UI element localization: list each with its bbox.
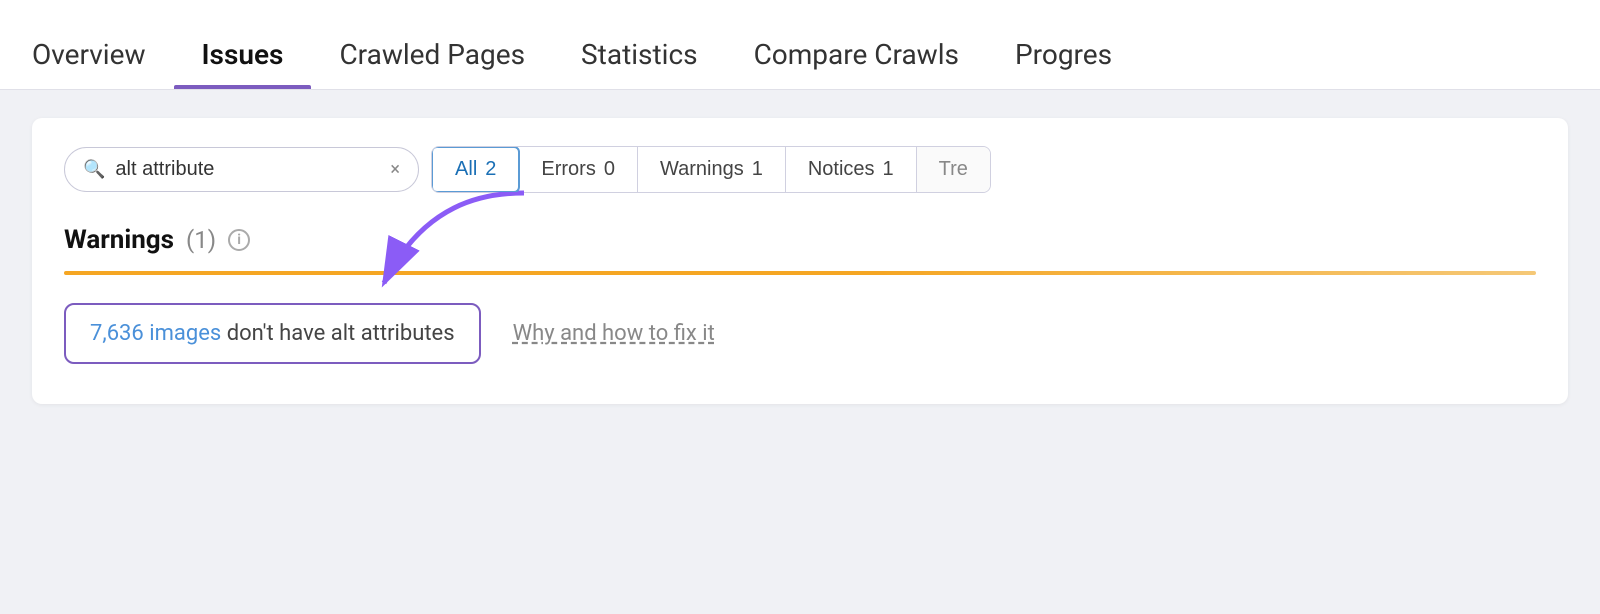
filter-row: 🔍 × All 2 Errors 0 Warnings 1	[64, 146, 1536, 193]
section-count: (1)	[186, 226, 216, 254]
filter-errors[interactable]: Errors 0	[519, 147, 638, 192]
section-title: Warnings	[64, 225, 174, 255]
issue-row: 7,636 images don't have alt attributes W…	[64, 303, 1536, 364]
issue-count: 7,636 images	[90, 321, 221, 346]
annotation-area: 7,636 images don't have alt attributes W…	[64, 303, 1536, 364]
filter-all-label: All	[455, 158, 477, 181]
filter-warnings[interactable]: Warnings 1	[638, 147, 786, 192]
search-input[interactable]	[115, 158, 380, 181]
issues-card: 🔍 × All 2 Errors 0 Warnings 1	[32, 118, 1568, 404]
info-icon[interactable]: i	[228, 229, 250, 251]
issue-item[interactable]: 7,636 images don't have alt attributes	[64, 303, 481, 364]
filter-errors-label: Errors	[541, 158, 595, 181]
filter-buttons: All 2 Errors 0 Warnings 1 Notices 1 Tre	[431, 146, 991, 193]
filter-all[interactable]: All 2	[431, 146, 520, 193]
issue-text: don't have alt attributes	[221, 321, 454, 346]
tab-progress[interactable]: Progres	[987, 38, 1140, 89]
tab-crawled-pages[interactable]: Crawled Pages	[311, 38, 553, 89]
fix-link[interactable]: Why and how to fix it	[513, 321, 715, 346]
filter-warnings-label: Warnings	[660, 158, 744, 181]
filter-warnings-count: 1	[752, 158, 763, 181]
filter-notices-count: 1	[883, 158, 894, 181]
top-navigation: Overview Issues Crawled Pages Statistics…	[0, 0, 1600, 90]
search-icon: 🔍	[83, 159, 105, 180]
filter-notices[interactable]: Notices 1	[786, 147, 917, 192]
main-content: 🔍 × All 2 Errors 0 Warnings 1	[0, 90, 1600, 432]
filter-all-count: 2	[485, 158, 496, 181]
filter-trending[interactable]: Tre	[917, 147, 990, 192]
filter-errors-count: 0	[604, 158, 615, 181]
filter-notices-label: Notices	[808, 158, 875, 181]
tab-overview[interactable]: Overview	[32, 38, 174, 89]
tab-issues[interactable]: Issues	[174, 38, 312, 89]
section-header: Warnings (1) i	[64, 225, 1536, 255]
tab-statistics[interactable]: Statistics	[553, 38, 726, 89]
search-box: 🔍 ×	[64, 147, 419, 192]
filter-trending-label: Tre	[939, 158, 968, 180]
orange-divider	[64, 271, 1536, 275]
tab-compare-crawls[interactable]: Compare Crawls	[726, 38, 987, 89]
clear-icon[interactable]: ×	[390, 159, 400, 180]
